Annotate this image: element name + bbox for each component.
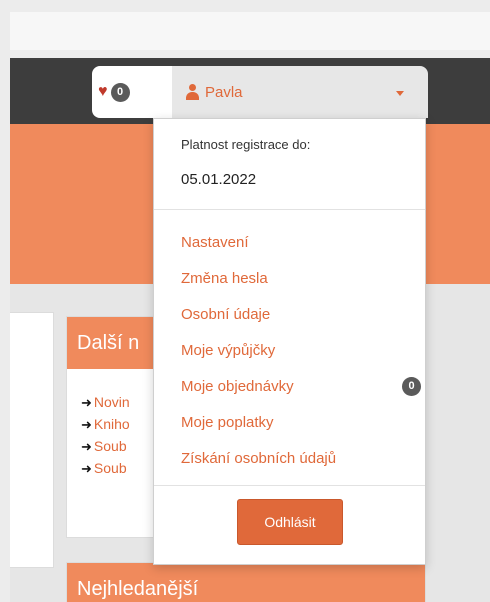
panel-link-label: Kniho — [93, 416, 130, 432]
account-dropdown: Platnost registrace do: 05.01.2022 Nasta… — [153, 118, 426, 565]
menu-item-label: Nastavení — [181, 234, 249, 251]
panel-popular-title: Nejhledanější — [67, 563, 425, 602]
menu-item-label: Získání osobních údajů — [181, 450, 337, 467]
menu-item-label: Moje poplatky — [181, 414, 274, 431]
panel-link-label: Soub — [93, 460, 127, 476]
heart-icon: ♥ — [98, 83, 108, 100]
arrow-right-icon: ➜ — [81, 417, 92, 432]
menu-item-label: Změna hesla — [181, 270, 268, 287]
user-menu-button[interactable]: Pavla — [172, 66, 428, 118]
orders-count-badge: 0 — [402, 377, 421, 396]
registration-label: Platnost registrace do: — [181, 137, 311, 152]
account-menu-list: Nastavení Změna hesla Osobní údaje Moje … — [181, 231, 421, 483]
panel-link-label: Novin — [93, 394, 130, 410]
menu-item-label: Osobní údaje — [181, 306, 271, 323]
favorites-button[interactable]: ♥ 0 — [92, 66, 174, 118]
divider — [154, 485, 425, 486]
favorites-count-badge: 0 — [110, 82, 130, 102]
menu-item-label: Moje objednávky — [181, 378, 294, 395]
panel-popular: Nejhledanější — [66, 562, 426, 602]
user-icon — [186, 84, 199, 100]
left-panel — [10, 312, 54, 568]
menu-item-label: Moje výpůjčky — [181, 342, 276, 359]
registration-date: 05.01.2022 — [181, 171, 257, 188]
arrow-right-icon: ➜ — [81, 395, 92, 410]
menu-item-settings[interactable]: Nastavení — [181, 231, 421, 267]
menu-item-change-password[interactable]: Změna hesla — [181, 267, 421, 303]
logout-button[interactable]: Odhlásit — [237, 499, 343, 545]
menu-item-fees[interactable]: Moje poplatky — [181, 411, 421, 447]
caret-down-icon — [396, 91, 404, 96]
arrow-right-icon: ➜ — [81, 439, 92, 454]
menu-item-personal-data-request[interactable]: Získání osobních údajů — [181, 447, 421, 483]
top-strip — [10, 12, 490, 50]
user-name: Pavla — [205, 83, 243, 101]
divider — [154, 209, 425, 210]
arrow-right-icon: ➜ — [81, 461, 92, 476]
panel-link-label: Soub — [93, 438, 127, 454]
menu-item-orders[interactable]: Moje objednávky 0 — [181, 375, 421, 411]
menu-item-loans[interactable]: Moje výpůjčky — [181, 339, 421, 375]
menu-item-personal-data[interactable]: Osobní údaje — [181, 303, 421, 339]
